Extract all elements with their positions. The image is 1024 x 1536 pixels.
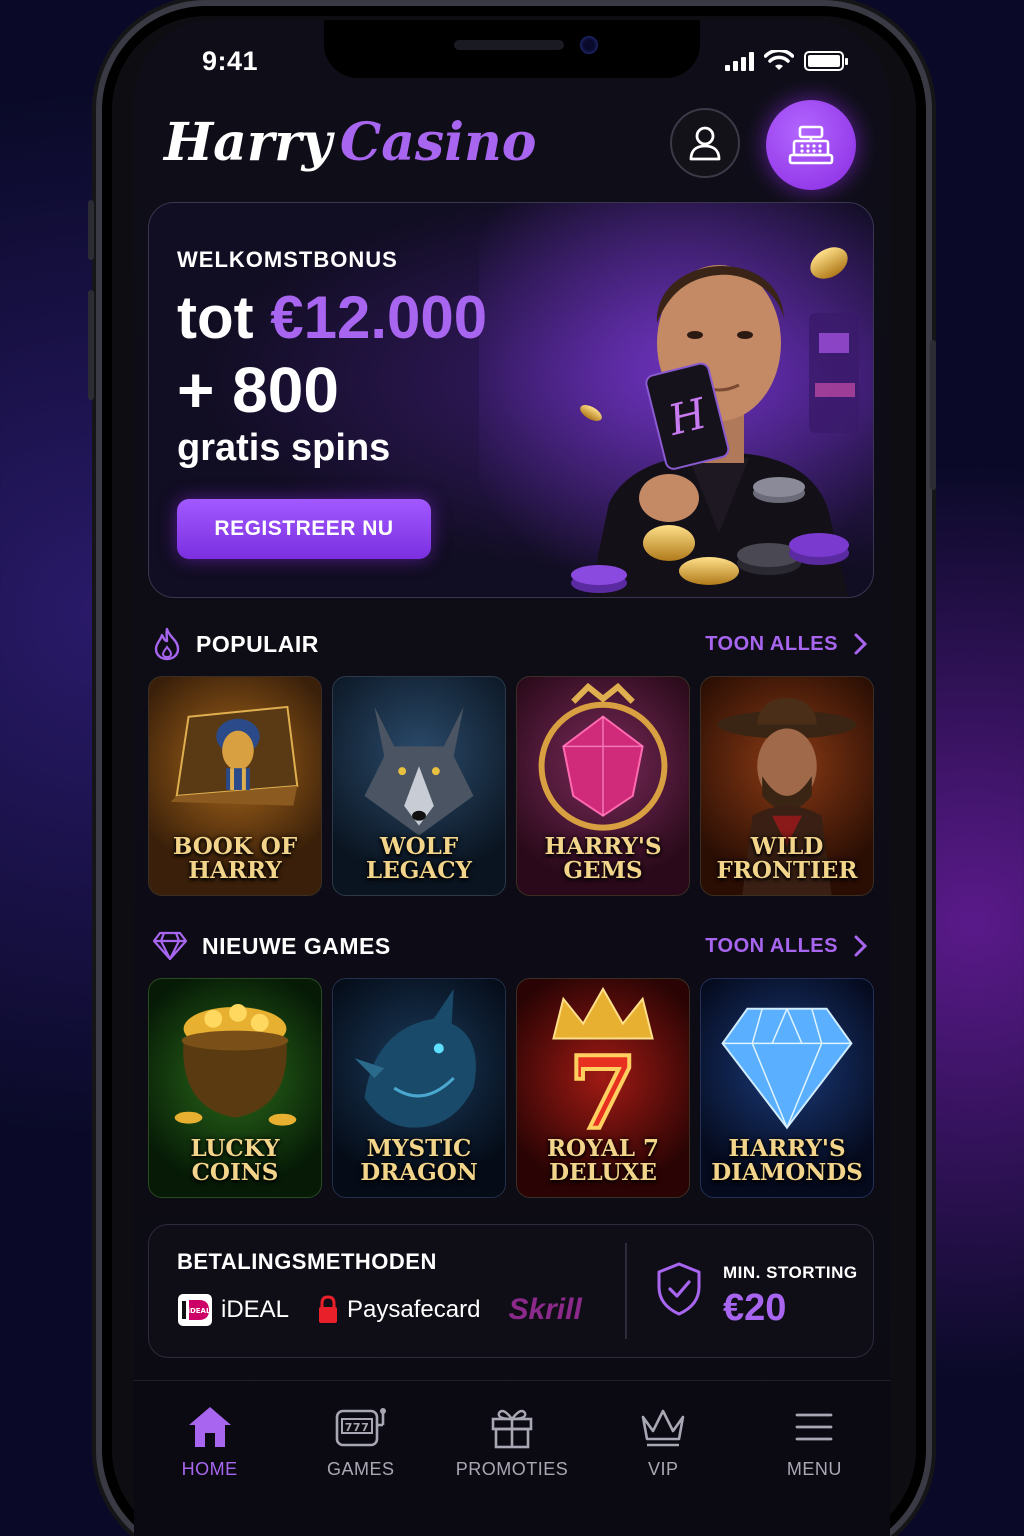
new-games-title: NIEUWE GAMES <box>202 932 391 959</box>
tab-games[interactable]: 777 GAMES <box>285 1381 436 1536</box>
tab-label: GAMES <box>327 1459 395 1479</box>
cash-register-icon <box>788 125 834 165</box>
shield-check-icon <box>657 1262 701 1316</box>
notch <box>324 20 700 78</box>
tab-label: MENU <box>786 1459 842 1479</box>
chevron-right-icon <box>854 935 868 957</box>
hero-kicker: WELKOMSTBONUS <box>177 247 398 272</box>
game-name: Lucky Coins <box>190 1135 280 1186</box>
payment-method-paysafecard: Paysafecard <box>317 1295 480 1325</box>
ideal-logo-icon: iDEAL <box>178 1294 212 1326</box>
new-games-show-all-link[interactable]: TOON ALLES <box>705 935 868 958</box>
popular-show-all-label: TOON ALLES <box>705 632 838 655</box>
tab-home[interactable]: HOME <box>134 1381 285 1536</box>
popular-games-row: Book of Harry Wolf Legacy Harry's Gems <box>148 676 874 896</box>
payment-method-ideal: iDEAL iDEAL <box>177 1293 289 1327</box>
wifi-icon <box>764 50 794 70</box>
speaker <box>454 40 564 50</box>
payment-divider <box>625 1243 627 1339</box>
game-tile-wolf-legacy[interactable]: Wolf Legacy <box>332 676 506 896</box>
hero-line1-prefix: tot <box>177 284 271 351</box>
game-tile-book-of-harry[interactable]: Book of Harry <box>148 676 322 896</box>
new-games-section-header: NIEUWE GAMES TOON ALLES <box>152 926 868 966</box>
user-icon <box>689 126 721 161</box>
ideal-badge-text: iDEAL <box>188 1307 211 1315</box>
padlock-icon <box>319 1295 338 1323</box>
diamond-icon <box>152 931 188 961</box>
popular-show-all-link[interactable]: TOON ALLES <box>705 633 868 656</box>
tab-menu[interactable]: MENU <box>739 1381 890 1536</box>
payment-methods-title: BETALINGSMETHODEN <box>177 1249 437 1274</box>
status-time: 9:41 <box>202 46 259 76</box>
bottom-tab-bar: HOME 777 GAMES PROMOTIES VIP MENU <box>134 1380 890 1536</box>
popular-title: POPULAIR <box>196 630 319 657</box>
tab-label: VIP <box>647 1459 679 1479</box>
game-name: Wolf Legacy <box>366 833 472 884</box>
app-logo[interactable]: Harry Casino <box>164 112 536 173</box>
hero-spins-label: gratis spins <box>177 427 391 469</box>
register-button[interactable]: REGISTREER NU <box>177 499 431 559</box>
hero-amount: €12.000 <box>270 284 488 351</box>
signal-icon <box>725 51 754 71</box>
payment-method-label: iDEAL <box>221 1296 290 1323</box>
tab-promoties[interactable]: PROMOTIES <box>436 1381 587 1536</box>
crown-icon <box>641 1409 685 1447</box>
welcome-bonus-banner[interactable]: H WELKOMSTBONUS tot €12.000 + 800 gratis… <box>148 202 874 598</box>
hero-bonus-amount: tot €12.000 <box>177 283 487 352</box>
tab-label: HOME <box>181 1459 238 1479</box>
game-tile-royal-7-deluxe[interactable]: 7 Royal 7 Deluxe <box>516 978 690 1198</box>
profile-button[interactable] <box>670 108 740 178</box>
new-games-show-all-label: TOON ALLES <box>705 934 838 957</box>
popular-section-header: POPULAIR TOON ALLES <box>152 624 868 664</box>
hero-spins-count: + 800 <box>177 354 339 426</box>
game-name: Mystic Dragon <box>360 1135 478 1186</box>
tab-label: PROMOTIES <box>455 1459 569 1479</box>
slot-machine-icon: 777 <box>335 1408 386 1447</box>
min-deposit-value: €20 <box>723 1287 787 1329</box>
logo-casino: Casino <box>339 112 537 173</box>
game-tile-harrys-gems[interactable]: Harry's Gems <box>516 676 690 896</box>
game-name: Harry's Diamonds <box>711 1135 863 1186</box>
game-tile-wild-frontier[interactable]: Wild Frontier <box>700 676 874 896</box>
svg-text:777: 777 <box>345 1421 369 1434</box>
payment-methods-card: BETALINGSMETHODEN iDEAL iDEAL Paysafecar… <box>148 1224 874 1358</box>
logo-harry: Harry <box>164 112 332 173</box>
tab-vip[interactable]: VIP <box>588 1381 739 1536</box>
game-name: Wild Frontier <box>716 833 858 884</box>
phone-mute-switch <box>88 200 94 260</box>
phone-volume-up <box>88 290 94 400</box>
chevron-right-icon <box>854 633 868 655</box>
game-name: Harry's Gems <box>544 833 662 884</box>
new-games-row: Lucky Coins Mystic Dragon 7 Royal 7 Delu… <box>148 978 874 1198</box>
min-deposit-label: MIN. STORTING <box>723 1263 858 1282</box>
gift-icon <box>491 1409 533 1449</box>
game-tile-harrys-diamonds[interactable]: Harry's Diamonds <box>700 978 874 1198</box>
front-camera <box>580 36 598 54</box>
flame-icon <box>154 627 180 661</box>
status-icons <box>725 50 848 72</box>
payment-methods-list: iDEAL iDEAL Paysafecard Skrill <box>177 1293 582 1327</box>
cashier-button[interactable] <box>766 100 856 190</box>
game-name: Royal 7 Deluxe <box>546 1135 660 1186</box>
payment-method-label: Paysafecard <box>347 1296 481 1323</box>
phone-power-button <box>930 340 936 490</box>
app-screen: 9:41 Harry Casino H WELKOMSTBONUS tot €1… <box>134 20 890 1536</box>
home-icon <box>188 1407 231 1447</box>
hamburger-menu-icon <box>796 1413 833 1441</box>
game-tile-lucky-coins[interactable]: Lucky Coins <box>148 978 322 1198</box>
host-illustration: H <box>479 203 873 597</box>
game-tile-mystic-dragon[interactable]: Mystic Dragon <box>332 978 506 1198</box>
battery-icon <box>804 51 848 71</box>
game-name: Book of Harry <box>172 833 298 884</box>
payment-method-skrill: Skrill <box>508 1293 582 1326</box>
